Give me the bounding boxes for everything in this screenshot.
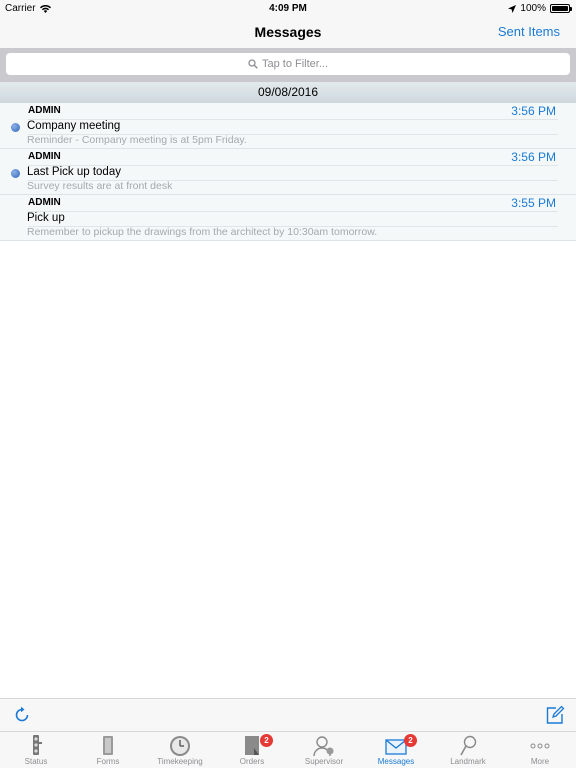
- tab-label: Timekeeping: [157, 757, 203, 766]
- tab-label: Forms: [96, 757, 120, 766]
- message-row[interactable]: ADMIN 3:56 PM Company meeting Reminder -…: [0, 103, 576, 149]
- message-preview: Reminder - Company meeting is at 5pm Fri…: [27, 134, 247, 146]
- clock: 4:09 PM: [269, 3, 307, 14]
- tab-supervisor[interactable]: Supervisor: [288, 732, 360, 768]
- unread-dot-icon: [11, 169, 20, 178]
- sent-items-button[interactable]: Sent Items: [498, 24, 560, 39]
- location-arrow-icon: [508, 4, 517, 13]
- traffic-light-icon: [33, 735, 42, 755]
- message-time: 3:56 PM: [511, 150, 556, 164]
- tab-forms[interactable]: Forms: [72, 732, 144, 768]
- search-bar: Tap to Filter...: [0, 48, 576, 82]
- message-time: 3:56 PM: [511, 104, 556, 118]
- tab-orders[interactable]: 2 Orders: [216, 732, 288, 768]
- tab-label: Status: [24, 757, 48, 766]
- messages-screen: Carrier 4:09 PM 100% Messages Sent Items: [0, 0, 576, 768]
- message-preview: Remember to pickup the drawings from the…: [27, 226, 378, 238]
- tab-label: Orders: [239, 757, 265, 766]
- bottom-toolbar: [0, 698, 576, 731]
- page-title: Messages: [254, 24, 322, 40]
- message-sender: ADMIN: [28, 151, 61, 162]
- tab-messages[interactable]: 2 Messages: [360, 732, 432, 768]
- refresh-icon[interactable]: [13, 706, 31, 724]
- status-bar: Carrier 4:09 PM 100%: [0, 0, 576, 18]
- filter-input[interactable]: Tap to Filter...: [6, 53, 570, 75]
- message-subject: Pick up: [27, 212, 65, 224]
- message-time: 3:55 PM: [511, 196, 556, 210]
- pushpin-icon: [460, 735, 477, 756]
- message-list: ADMIN 3:56 PM Company meeting Reminder -…: [0, 103, 576, 241]
- message-subject: Last Pick up today: [27, 166, 121, 178]
- message-row[interactable]: ADMIN 3:55 PM Pick up Remember to pickup…: [0, 195, 576, 241]
- message-preview: Survey results are at front desk: [27, 180, 173, 192]
- message-subject: Company meeting: [27, 120, 121, 132]
- navigation-bar: Messages Sent Items: [0, 18, 576, 48]
- battery-level: [552, 6, 568, 11]
- tab-label: Landmark: [450, 757, 486, 766]
- battery-percent: 100%: [520, 3, 546, 14]
- more-dots-icon: [530, 743, 550, 749]
- search-icon: [248, 59, 258, 69]
- orders-badge: 2: [260, 734, 273, 747]
- tab-status[interactable]: Status: [0, 732, 72, 768]
- message-sender: ADMIN: [28, 105, 61, 116]
- tab-landmark[interactable]: Landmark: [432, 732, 504, 768]
- tab-label: Messages: [377, 757, 415, 766]
- tab-label: More: [530, 757, 550, 766]
- message-row[interactable]: ADMIN 3:56 PM Last Pick up today Survey …: [0, 149, 576, 195]
- compose-icon[interactable]: [545, 705, 565, 725]
- unread-dot-icon: [11, 123, 20, 132]
- tab-label: Supervisor: [304, 757, 344, 766]
- filter-placeholder: Tap to Filter...: [261, 58, 329, 70]
- messages-badge: 2: [404, 734, 417, 747]
- forms-icon: [103, 736, 113, 755]
- battery-icon: [550, 4, 572, 13]
- tab-bar: Status Forms Timekeeping 2 Orders Superv…: [0, 731, 576, 768]
- message-sender: ADMIN: [28, 197, 61, 208]
- clock-icon: [170, 736, 190, 756]
- supervisor-icon: [313, 736, 334, 757]
- date-section-header: 09/08/2016: [0, 82, 576, 103]
- tab-more[interactable]: More: [504, 732, 576, 768]
- divider: [28, 211, 558, 212]
- tab-timekeeping[interactable]: Timekeeping: [144, 732, 216, 768]
